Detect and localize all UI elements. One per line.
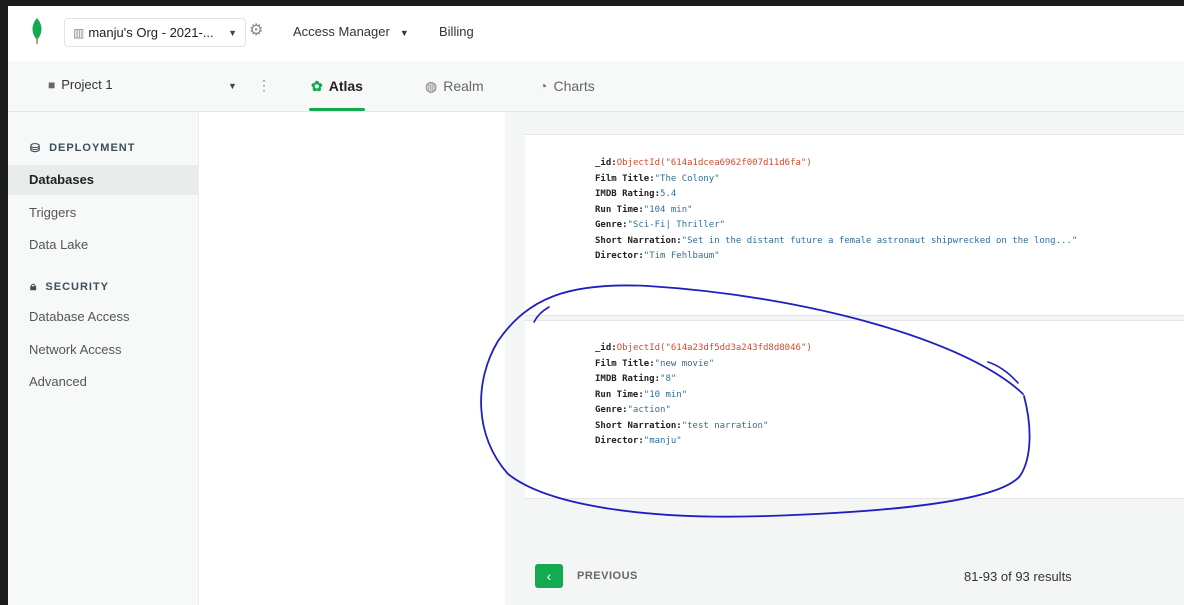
tab-realm-label: Realm	[443, 78, 484, 94]
tab-realm[interactable]: ◍ Realm	[425, 61, 484, 111]
field-key: _id	[595, 158, 612, 168]
sidebar-item-database-access[interactable]: Database Access	[8, 302, 198, 332]
sidebar-item-triggers[interactable]: Triggers	[8, 198, 198, 228]
access-manager-menu[interactable]: Access Manager ▼	[293, 24, 409, 39]
security-label: SECURITY	[45, 280, 110, 293]
project-name: Project 1	[61, 77, 113, 92]
previous-label[interactable]: PREVIOUS	[577, 570, 638, 582]
gear-icon[interactable]: ⚙	[249, 22, 267, 40]
tab-atlas-label: Atlas	[328, 78, 363, 94]
document-field: Run Time:"104 min"	[595, 203, 1077, 219]
document-field: Director:"manju"	[595, 434, 812, 450]
document-field: Genre:"action"	[595, 403, 812, 419]
field-value: "Sci-Fi| Thriller"	[627, 220, 726, 230]
document-field: IMDB Rating:"8"	[595, 372, 812, 388]
chevron-down-icon: ▼	[228, 27, 237, 38]
chevron-left-icon: ‹	[546, 568, 552, 584]
chevron-down-icon[interactable]: ▼	[228, 81, 237, 91]
field-value: ObjectId("614a1dcea6962f007d11d6fa")	[616, 158, 812, 168]
field-key: Run Time	[595, 389, 639, 400]
atlas-window: ▥ manju's Org - 2021-... ▼ ⚙ Access Mana…	[8, 6, 1184, 605]
field-value: "Tim Fehlbaum"	[643, 251, 720, 261]
pagination-bar: ‹ PREVIOUS 81-93 of 93 results	[525, 552, 1184, 602]
field-key: Director	[595, 436, 639, 446]
documents-panel: _id:ObjectId("614a1dcea6962f007d11d6fa")…	[505, 112, 1184, 605]
field-key: Genre	[595, 220, 623, 230]
top-bar: ▥ manju's Org - 2021-... ▼ ⚙ Access Mana…	[8, 6, 1184, 61]
deployment-label: DEPLOYMENT	[49, 142, 136, 154]
lock-icon: 🔒︎	[30, 279, 38, 293]
sidebar: ⛁ DEPLOYMENT Databases Triggers Data Lak…	[8, 112, 198, 605]
tab-atlas[interactable]: ✿ Atlas	[309, 61, 365, 111]
field-key: Director	[595, 251, 639, 261]
sidebar-item-databases[interactable]: Databases	[8, 165, 198, 195]
namespace-panel	[198, 112, 507, 605]
field-value: "new movie"	[654, 358, 715, 369]
field-key: Film Title	[595, 358, 650, 369]
document-field: IMDB Rating:5.4	[595, 187, 1077, 203]
previous-page-button[interactable]: ‹	[535, 564, 563, 588]
mongodb-leaf-icon[interactable]	[30, 18, 44, 44]
field-value: "104 min"	[643, 204, 693, 215]
field-value: "8"	[660, 374, 677, 384]
tab-charts-label: Charts	[553, 78, 595, 94]
document-field: Genre:"Sci-Fi| Thriller"	[595, 218, 1077, 234]
security-section-title: 🔒︎ SECURITY	[30, 279, 109, 294]
field-key: IMDB Rating	[595, 374, 655, 384]
field-key: Genre	[595, 405, 623, 415]
field-key: _id	[595, 343, 612, 353]
chevron-down-icon: ▼	[399, 28, 409, 38]
field-value: "The Colony"	[654, 173, 720, 184]
field-value: ObjectId("614a23df5dd3a243fd8d8046")	[616, 343, 812, 353]
sidebar-item-network-access[interactable]: Network Access	[8, 335, 198, 365]
document-card[interactable]: _id:ObjectId("614a1dcea6962f007d11d6fa")…	[525, 134, 1184, 316]
atlas-icon: ✿	[311, 77, 323, 94]
sidebar-item-advanced[interactable]: Advanced	[8, 367, 198, 397]
field-value: 5.4	[660, 189, 677, 199]
project-bar: ■ Project 1 ▼ ⋮ ✿ Atlas ◍ Realm ◔ Charts	[8, 61, 1184, 112]
deployment-section-title: ⛁ DEPLOYMENT	[30, 141, 135, 155]
org-selector[interactable]: ▥ manju's Org - 2021-... ▼	[64, 18, 246, 47]
document-field: Director:"Tim Fehlbaum"	[595, 249, 1077, 265]
billing-link[interactable]: Billing	[439, 24, 474, 39]
field-key: Short Narration	[595, 420, 677, 431]
document-field: Film Title:"new movie"	[595, 357, 812, 373]
document-field: Run Time:"10 min"	[595, 388, 812, 404]
access-manager-label: Access Manager	[293, 24, 390, 39]
document-field: _id:ObjectId("614a1dcea6962f007d11d6fa")	[595, 156, 1077, 172]
org-name: manju's Org - 2021-...	[88, 25, 214, 40]
sidebar-item-data-lake[interactable]: Data Lake	[8, 230, 198, 260]
kebab-menu-icon[interactable]: ⋮	[257, 77, 271, 94]
document-field: Short Narration:"Set in the distant futu…	[595, 234, 1077, 250]
building-icon: ▥	[73, 25, 85, 40]
field-key: IMDB Rating	[595, 189, 655, 199]
field-value: "10 min"	[643, 389, 688, 400]
results-count: 81-93 of 93 results	[964, 569, 1072, 584]
document-fields: _id:ObjectId("614a23df5dd3a243fd8d8046")…	[595, 341, 812, 450]
charts-icon: ◔	[539, 78, 548, 94]
document-field: _id:ObjectId("614a23df5dd3a243fd8d8046")	[595, 341, 812, 357]
document-field: Short Narration:"test narration"	[595, 419, 812, 435]
field-value: "manju"	[643, 436, 682, 446]
document-field: Film Title:"The Colony"	[595, 172, 1077, 188]
field-key: Run Time	[595, 204, 639, 215]
tab-charts[interactable]: ◔ Charts	[539, 61, 595, 111]
field-value: "test narration"	[681, 420, 769, 431]
field-key: Film Title	[595, 173, 650, 184]
field-key: Short Narration	[595, 235, 677, 246]
folder-icon: ■	[48, 77, 56, 92]
project-selector[interactable]: ■ Project 1	[48, 77, 113, 92]
document-fields: _id:ObjectId("614a1dcea6962f007d11d6fa")…	[595, 156, 1077, 265]
realm-icon: ◍	[425, 77, 438, 94]
field-value: "action"	[627, 405, 671, 415]
field-value: "Set in the distant future a female astr…	[681, 235, 1078, 246]
database-icon: ⛁	[30, 141, 42, 155]
document-card[interactable]: _id:ObjectId("614a23df5dd3a243fd8d8046")…	[525, 320, 1184, 499]
